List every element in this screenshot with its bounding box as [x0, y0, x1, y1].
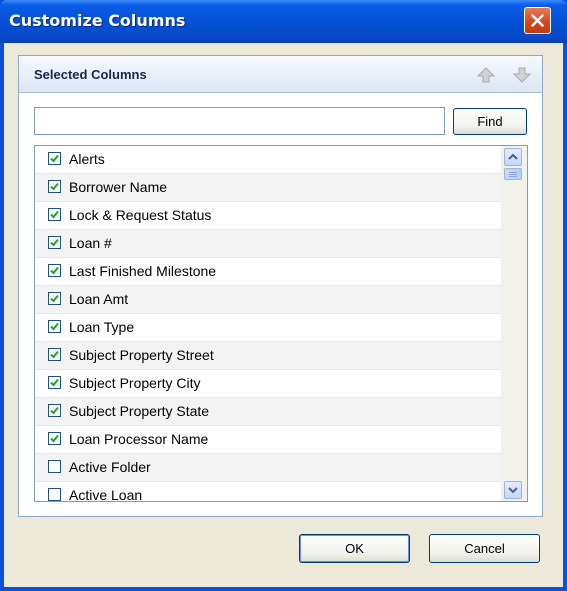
panel-header: Selected Columns: [19, 56, 542, 93]
list-item[interactable]: Subject Property City: [35, 370, 501, 398]
column-checkbox[interactable]: [48, 460, 61, 473]
column-label: Alerts: [69, 151, 105, 167]
column-checkbox[interactable]: [48, 348, 61, 361]
column-checkbox[interactable]: [48, 292, 61, 305]
chevron-up-icon: [508, 153, 518, 160]
column-label: Lock & Request Status: [69, 207, 212, 223]
arrow-down-icon[interactable]: [513, 67, 531, 83]
search-input[interactable]: [34, 107, 445, 135]
column-label: Loan Amt: [69, 291, 129, 307]
selected-columns-panel: Selected Columns Find Alerts Borrower Nam…: [18, 55, 543, 517]
list-item[interactable]: Last Finished Milestone: [35, 258, 501, 286]
window-title: Customize Columns: [9, 11, 186, 30]
list-item[interactable]: Loan Type: [35, 314, 501, 342]
scroll-down-button[interactable]: [504, 481, 522, 499]
list-item[interactable]: Alerts: [35, 146, 501, 174]
close-button[interactable]: [524, 7, 551, 34]
column-label: Last Finished Milestone: [69, 263, 217, 279]
column-label: Subject Property State: [69, 403, 210, 419]
list-item[interactable]: Loan Amt: [35, 286, 501, 314]
list-item[interactable]: Subject Property State: [35, 398, 501, 426]
checkmark-icon: [50, 238, 59, 247]
panel-title: Selected Columns: [34, 67, 147, 82]
title-bar[interactable]: Customize Columns: [0, 0, 567, 43]
column-checkbox[interactable]: [48, 152, 61, 165]
column-checkbox[interactable]: [48, 488, 61, 501]
list-scrollbar[interactable]: [501, 146, 527, 501]
list-item[interactable]: Active Folder: [35, 454, 501, 482]
ok-button[interactable]: OK: [299, 534, 410, 563]
column-checkbox[interactable]: [48, 432, 61, 445]
column-label: Loan #: [69, 235, 112, 251]
checkmark-icon: [50, 322, 59, 331]
chevron-down-icon: [508, 487, 518, 494]
column-checkbox[interactable]: [48, 404, 61, 417]
column-label: Loan Processor Name: [69, 431, 209, 447]
column-checkbox[interactable]: [48, 264, 61, 277]
list-item[interactable]: Subject Property Street: [35, 342, 501, 370]
column-checkbox[interactable]: [48, 180, 61, 193]
column-checkbox[interactable]: [48, 208, 61, 221]
checkmark-icon: [50, 154, 59, 163]
column-label: Subject Property City: [69, 375, 201, 391]
checkmark-icon: [50, 350, 59, 359]
column-label: Active Folder: [69, 459, 151, 475]
scroll-up-button[interactable]: [504, 148, 522, 166]
column-checkbox[interactable]: [48, 236, 61, 249]
column-checkbox[interactable]: [48, 320, 61, 333]
list-item[interactable]: Lock & Request Status: [35, 202, 501, 230]
checkmark-icon: [50, 182, 59, 191]
checkmark-icon: [50, 210, 59, 219]
column-label: Active Loan: [69, 487, 143, 502]
arrow-up-icon[interactable]: [477, 67, 495, 83]
column-label: Subject Property Street: [69, 347, 214, 363]
column-label: Loan Type: [69, 319, 135, 335]
checkmark-icon: [50, 294, 59, 303]
dialog-window: Customize Columns Selected Columns Find …: [0, 0, 567, 591]
find-button[interactable]: Find: [453, 108, 527, 135]
scroll-thumb[interactable]: [504, 168, 522, 180]
dialog-body: Selected Columns Find Alerts Borrower Nam…: [4, 43, 563, 587]
close-icon: [531, 14, 544, 27]
column-checkbox[interactable]: [48, 376, 61, 389]
checkmark-icon: [50, 406, 59, 415]
checkmark-icon: [50, 434, 59, 443]
columns-list[interactable]: Alerts Borrower Name Lock & Request Status…: [34, 145, 528, 502]
cancel-button[interactable]: Cancel: [429, 534, 540, 563]
checkmark-icon: [50, 266, 59, 275]
list-item[interactable]: Borrower Name: [35, 174, 501, 202]
column-label: Borrower Name: [69, 179, 168, 195]
list-item[interactable]: Loan Processor Name: [35, 426, 501, 454]
checkmark-icon: [50, 378, 59, 387]
list-item[interactable]: Loan #: [35, 230, 501, 258]
list-item[interactable]: Active Loan: [35, 482, 501, 502]
